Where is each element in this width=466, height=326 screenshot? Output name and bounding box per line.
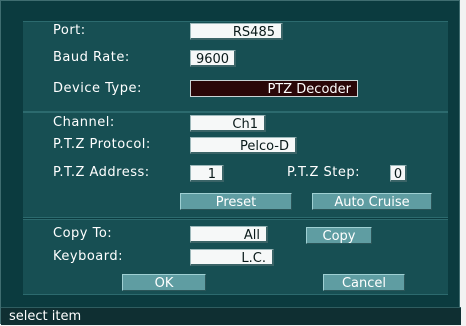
status-bar: select item (1, 307, 461, 325)
ptz-address-label: P.T.Z Address: (53, 165, 150, 180)
cancel-button[interactable]: Cancel (323, 274, 405, 291)
baud-rate-field[interactable]: 9600 (190, 50, 236, 67)
ptz-step-field[interactable]: 0 (390, 165, 407, 182)
port-label: Port: (53, 23, 86, 38)
ptz-step-label: P.T.Z Step: (287, 165, 360, 180)
ptz-protocol-label: P.T.Z Protocol: (53, 137, 151, 152)
ptz-settings-dialog: Port: RS485 Baud Rate: 9600 Device Type:… (0, 0, 461, 325)
device-type-field[interactable]: PTZ Decoder (190, 80, 358, 97)
preset-button[interactable]: Preset (180, 193, 292, 210)
device-type-label: Device Type: (53, 81, 142, 96)
keyboard-label: Keyboard: (53, 249, 123, 264)
ptz-protocol-field[interactable]: Pelco-D (190, 137, 297, 154)
port-field[interactable]: RS485 (190, 23, 283, 40)
ok-button[interactable]: OK (122, 274, 206, 291)
copy-to-label: Copy To: (53, 226, 113, 241)
channel-field[interactable]: Ch1 (190, 115, 266, 132)
copy-to-field[interactable]: All (190, 226, 268, 243)
baud-rate-label: Baud Rate: (53, 50, 130, 65)
ptz-address-field[interactable]: 1 (190, 165, 224, 182)
keyboard-field[interactable]: L.C. (190, 249, 274, 266)
copy-button[interactable]: Copy (306, 227, 372, 244)
auto-cruise-button[interactable]: Auto Cruise (312, 193, 432, 210)
channel-label: Channel: (53, 115, 115, 130)
